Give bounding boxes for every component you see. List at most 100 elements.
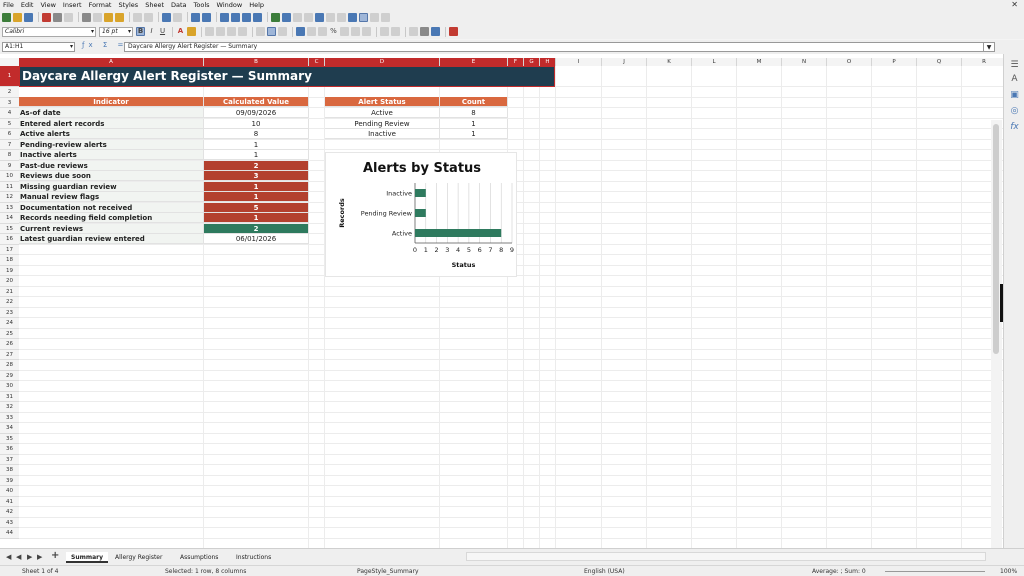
row-icon[interactable] bbox=[191, 12, 200, 22]
font-color-icon[interactable]: A bbox=[176, 27, 185, 36]
paste-icon[interactable] bbox=[104, 12, 113, 22]
function-wizard-icon[interactable]: ƒx Σ = bbox=[82, 41, 127, 49]
center-vertically-icon[interactable] bbox=[267, 27, 276, 36]
navigator-icon[interactable]: ◎ bbox=[1009, 106, 1020, 117]
menu-styles[interactable]: Styles bbox=[118, 1, 138, 9]
indicator-label[interactable]: As-of date bbox=[19, 108, 204, 118]
wrap-text-icon[interactable] bbox=[296, 27, 305, 36]
row-header[interactable]: 33 bbox=[0, 412, 19, 423]
scroll-thumb[interactable] bbox=[993, 124, 999, 354]
row-header[interactable]: 37 bbox=[0, 454, 19, 465]
indicator-value[interactable]: 8 bbox=[204, 129, 309, 139]
row-header[interactable]: 4 bbox=[0, 108, 19, 119]
previous-sheet-icon[interactable]: ◀ bbox=[16, 553, 21, 561]
row-header[interactable]: 26 bbox=[0, 339, 19, 350]
row-header[interactable]: 11 bbox=[0, 181, 19, 192]
sheet-tab-assumptions[interactable]: Assumptions bbox=[175, 552, 223, 563]
insert-chart-icon[interactable] bbox=[282, 12, 291, 22]
alert-status-cell[interactable]: Active bbox=[325, 108, 440, 118]
column-header[interactable]: E bbox=[440, 58, 508, 66]
row-header[interactable]: 14 bbox=[0, 213, 19, 224]
indicator-label[interactable]: Manual review flags bbox=[19, 192, 204, 202]
row-header[interactable]: 32 bbox=[0, 402, 19, 413]
indicator-label[interactable]: Active alerts bbox=[19, 129, 204, 139]
column-header[interactable]: G bbox=[524, 58, 540, 66]
close-document-icon[interactable]: ✕ bbox=[1011, 0, 1018, 9]
indicator-label[interactable]: Past-due reviews bbox=[19, 160, 204, 171]
calculated-value-header[interactable]: Calculated Value bbox=[204, 97, 309, 107]
italic-icon[interactable]: I bbox=[147, 27, 156, 36]
indicator-value[interactable]: 2 bbox=[204, 160, 309, 171]
indicator-label[interactable]: Reviews due soon bbox=[19, 171, 204, 181]
column-header[interactable]: Q bbox=[917, 58, 962, 66]
insert-image-icon[interactable] bbox=[271, 12, 280, 22]
find-replace-icon[interactable] bbox=[162, 12, 171, 22]
alert-status-header[interactable]: Alert Status bbox=[325, 97, 440, 107]
menu-help[interactable]: Help bbox=[249, 1, 264, 9]
expand-formula-icon[interactable]: ▼ bbox=[983, 42, 995, 52]
menu-view[interactable]: View bbox=[40, 1, 55, 9]
row-header[interactable]: 43 bbox=[0, 517, 19, 528]
row-header[interactable]: 29 bbox=[0, 370, 19, 381]
open-folder-icon[interactable] bbox=[13, 12, 22, 22]
menu-format[interactable]: Format bbox=[89, 1, 112, 9]
vertical-scrollbar[interactable] bbox=[991, 120, 1002, 548]
column-header[interactable]: B bbox=[204, 58, 309, 66]
freeze-rows-columns-icon[interactable] bbox=[359, 12, 368, 22]
alert-status-cell[interactable]: Pending Review bbox=[325, 118, 440, 129]
row-header[interactable]: 17 bbox=[0, 244, 19, 255]
indicator-label[interactable]: Documentation not received bbox=[19, 202, 204, 213]
sort-icon[interactable] bbox=[220, 12, 229, 22]
underline-icon[interactable]: U bbox=[158, 27, 167, 36]
borders-icon[interactable] bbox=[409, 27, 418, 36]
menu-window[interactable]: Window bbox=[217, 1, 243, 9]
row-header[interactable]: 30 bbox=[0, 381, 19, 392]
column-header[interactable]: I bbox=[556, 58, 602, 66]
border-style-icon[interactable] bbox=[420, 27, 429, 36]
number-format-currency-icon[interactable] bbox=[318, 27, 327, 36]
page-style[interactable]: PageStyle_Summary bbox=[357, 566, 419, 576]
delete-decimal-icon[interactable] bbox=[362, 27, 371, 36]
row-header[interactable]: 13 bbox=[0, 202, 19, 213]
alert-status-cell[interactable]: Inactive bbox=[325, 129, 440, 139]
bold-icon[interactable]: B bbox=[136, 27, 145, 36]
menu-edit[interactable]: Edit bbox=[21, 1, 34, 9]
indicator-header[interactable]: Indicator bbox=[19, 97, 204, 107]
indicator-label[interactable]: Records needing field completion bbox=[19, 213, 204, 223]
cut-icon[interactable] bbox=[82, 12, 91, 22]
indicator-value[interactable]: 2 bbox=[204, 223, 309, 234]
redo-icon[interactable] bbox=[144, 12, 153, 22]
row-header[interactable]: 2 bbox=[0, 87, 19, 98]
define-print-area-icon[interactable] bbox=[348, 12, 357, 22]
border-color-icon[interactable] bbox=[431, 27, 440, 36]
row-header[interactable]: 5 bbox=[0, 118, 19, 129]
new-document-icon[interactable] bbox=[2, 12, 11, 22]
last-sheet-icon[interactable]: ▶ bbox=[37, 553, 42, 561]
menu-file[interactable]: File bbox=[3, 1, 14, 9]
count-cell[interactable]: 8 bbox=[440, 108, 508, 118]
row-header[interactable]: 6 bbox=[0, 129, 19, 140]
row-header[interactable]: 19 bbox=[0, 265, 19, 276]
indicator-value[interactable]: 06/01/2026 bbox=[204, 234, 309, 244]
sheet-title[interactable]: Daycare Allergy Alert Register — Summary bbox=[19, 66, 555, 87]
justify-icon[interactable] bbox=[238, 27, 247, 36]
zoom-slider[interactable] bbox=[885, 571, 985, 572]
indicator-label[interactable]: Current reviews bbox=[19, 223, 204, 234]
clone-formatting-icon[interactable] bbox=[115, 12, 124, 22]
indicator-value[interactable]: 1 bbox=[204, 139, 309, 150]
increase-indent-icon[interactable] bbox=[380, 27, 389, 36]
hyperlink-icon[interactable] bbox=[315, 12, 324, 22]
row-header[interactable]: 1 bbox=[0, 66, 19, 87]
indicator-value[interactable]: 1 bbox=[204, 150, 309, 160]
row-header[interactable]: 23 bbox=[0, 307, 19, 318]
show-draw-functions-icon[interactable] bbox=[381, 12, 390, 22]
formula-input[interactable]: Daycare Allergy Alert Register — Summary bbox=[124, 42, 984, 52]
selection-summary[interactable]: Average: ; Sum: 0 bbox=[812, 566, 866, 576]
row-header[interactable]: 42 bbox=[0, 507, 19, 518]
next-sheet-icon[interactable]: ▶ bbox=[27, 553, 32, 561]
menu-tools[interactable]: Tools bbox=[194, 1, 210, 9]
column-header[interactable]: R bbox=[962, 58, 1003, 66]
row-header[interactable]: 39 bbox=[0, 475, 19, 486]
number-format-percent-icon[interactable]: % bbox=[329, 27, 338, 36]
indicator-label[interactable]: Inactive alerts bbox=[19, 150, 204, 160]
